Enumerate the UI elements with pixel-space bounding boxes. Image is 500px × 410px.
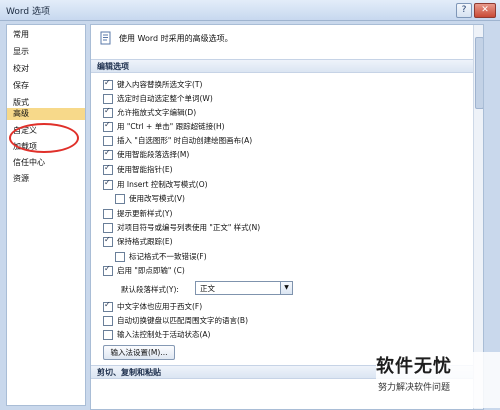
checkbox[interactable] <box>103 330 113 340</box>
option-label: 使用智能指针(E) <box>117 165 173 174</box>
checkbox[interactable] <box>103 209 113 219</box>
scrollbar-thumb[interactable] <box>475 37 483 109</box>
option-label: 使用改写模式(V) <box>129 194 185 203</box>
window-title: Word 选项 <box>6 7 50 17</box>
panel-header: 使用 Word 时采用的高级选项。 <box>91 25 483 51</box>
option-label: 插入 "自选图形" 时自动创建绘图画布(A) <box>117 136 253 145</box>
paragraph-style-select[interactable]: 正文 ▼ <box>195 281 293 295</box>
checkbox[interactable] <box>103 106 113 118</box>
title-bar: Word 选项 ? ✕ <box>0 0 500 21</box>
sidebar-item-display[interactable]: 显示 <box>13 46 29 57</box>
checkbox[interactable] <box>103 223 113 233</box>
option-label: 启用 "即点即输" (C) <box>117 266 185 275</box>
document-settings-icon <box>100 31 111 45</box>
option-label: 输入法控制处于活动状态(A) <box>117 330 211 339</box>
option-label: 提示更新样式(Y) <box>117 209 173 218</box>
checkbox[interactable] <box>103 78 113 90</box>
watermark: 软件无忧 努力解决软件问题 <box>376 352 500 408</box>
checkbox[interactable] <box>103 163 113 175</box>
checkbox[interactable] <box>103 264 113 276</box>
paragraph-style-label: 默认段落样式(Y): <box>121 285 179 294</box>
sidebar-item-common[interactable]: 常用 <box>13 29 29 40</box>
sidebar-item-save[interactable]: 保存 <box>13 80 29 91</box>
checkbox[interactable] <box>103 235 113 247</box>
highlight-oval <box>9 123 79 153</box>
checkbox[interactable] <box>103 178 113 190</box>
chevron-down-icon[interactable]: ▼ <box>280 282 292 294</box>
option-label: 用 Insert 控制改写模式(O) <box>117 180 208 189</box>
section-title: 剪切、复制和粘贴 <box>97 368 161 377</box>
watermark-subtitle: 努力解决软件问题 <box>378 383 451 393</box>
sidebar-nav: 常用 显示 校对 保存 版式 高级 自定义 加载项 信任中心 资源 <box>6 24 86 406</box>
ime-settings-button[interactable]: 输入法设置(M)... <box>103 345 175 360</box>
option-label: 允许拖放式文字编辑(D) <box>117 108 197 117</box>
option-label: 标记格式不一致错误(F) <box>129 252 207 261</box>
panel-header-text: 使用 Word 时采用的高级选项。 <box>119 34 233 43</box>
paragraph-style-value: 正文 <box>200 284 215 293</box>
sidebar-item-resources[interactable]: 资源 <box>13 173 29 184</box>
help-button[interactable]: ? <box>456 3 472 18</box>
option-label: 对项目符号或编号列表使用 "正文" 样式(N) <box>117 223 261 232</box>
option-label: 键入内容替换所选文字(T) <box>117 80 203 89</box>
sidebar-item-advanced[interactable]: 高级 <box>7 108 85 120</box>
option-label: 保持格式跟踪(E) <box>117 237 173 246</box>
watermark-title: 软件无忧 <box>376 356 452 377</box>
checkbox[interactable] <box>103 136 113 146</box>
section-title: 编辑选项 <box>97 62 129 71</box>
option-label: 自动切换键盘以匹配周围文字的语言(B) <box>117 316 248 325</box>
option-label: 使用智能段落选择(M) <box>117 150 190 159</box>
checkbox[interactable] <box>103 300 113 312</box>
option-label: 用 "Ctrl + 单击" 跟踪超链接(H) <box>117 122 225 131</box>
sidebar-item-layout[interactable]: 版式 <box>13 97 29 108</box>
option-label: 中文字体也应用于西文(F) <box>117 302 203 311</box>
close-button[interactable]: ✕ <box>474 3 496 18</box>
checkbox[interactable] <box>103 120 113 132</box>
option-label: 选定时自动选定整个单词(W) <box>117 94 213 103</box>
checkbox[interactable] <box>103 316 113 326</box>
section-edit-options: 编辑选项 <box>91 59 483 73</box>
checkbox[interactable] <box>115 194 125 204</box>
checkbox[interactable] <box>103 94 113 104</box>
checkbox[interactable] <box>115 252 125 262</box>
sidebar-item-trust-center[interactable]: 信任中心 <box>13 157 45 168</box>
checkbox[interactable] <box>103 148 113 160</box>
sidebar-item-proofing[interactable]: 校对 <box>13 63 29 74</box>
